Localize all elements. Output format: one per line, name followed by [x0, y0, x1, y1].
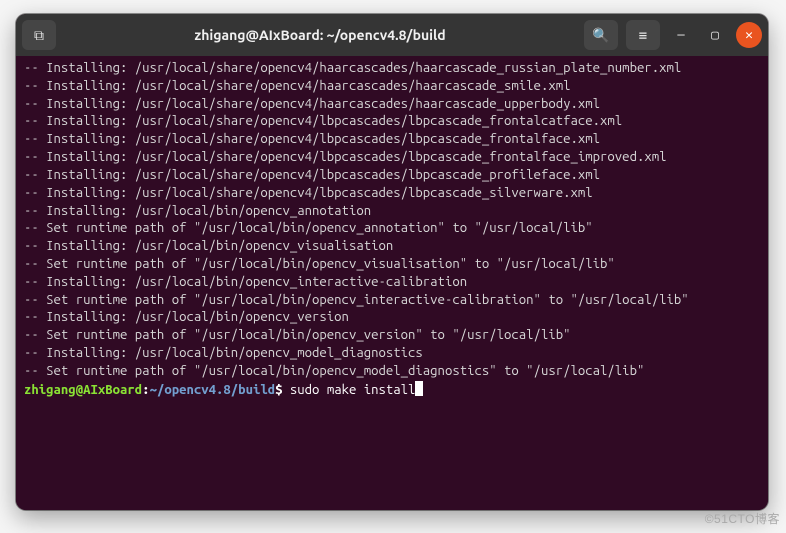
- search-button[interactable]: 🔍: [584, 20, 618, 50]
- hamburger-icon: ≡: [639, 27, 647, 44]
- prompt-line[interactable]: zhigang@AIxBoard:~/opencv4.8/build$ sudo…: [24, 381, 760, 400]
- cursor: [415, 381, 423, 396]
- output-line: -- Installing: /usr/local/share/opencv4/…: [24, 131, 760, 149]
- prompt-colon: :: [142, 383, 149, 397]
- close-button[interactable]: ✕: [736, 22, 762, 48]
- output-line: -- Set runtime path of "/usr/local/bin/o…: [24, 363, 760, 381]
- prompt-dollar: $: [275, 383, 290, 397]
- search-icon: 🔍: [592, 27, 609, 44]
- maximize-icon: ▢: [711, 28, 719, 43]
- minimize-button[interactable]: —: [668, 22, 694, 48]
- output-line: -- Installing: /usr/local/share/opencv4/…: [24, 185, 760, 203]
- close-icon: ✕: [745, 28, 753, 43]
- output-line: -- Set runtime path of "/usr/local/bin/o…: [24, 256, 760, 274]
- output-line: -- Installing: /usr/local/share/opencv4/…: [24, 96, 760, 114]
- output-line: -- Installing: /usr/local/bin/opencv_ann…: [24, 203, 760, 221]
- output-line: -- Installing: /usr/local/bin/opencv_ver…: [24, 309, 760, 327]
- new-tab-button[interactable]: ⧉: [22, 20, 56, 50]
- output-line: -- Installing: /usr/local/share/opencv4/…: [24, 113, 760, 131]
- terminal-output[interactable]: -- Installing: /usr/local/share/opencv4/…: [16, 56, 768, 510]
- titlebar: ⧉ zhigang@AIxBoard: ~/opencv4.8/build 🔍 …: [16, 14, 768, 56]
- output-line: -- Set runtime path of "/usr/local/bin/o…: [24, 327, 760, 345]
- output-line: -- Installing: /usr/local/share/opencv4/…: [24, 167, 760, 185]
- prompt-user-host: zhigang@AIxBoard: [24, 383, 142, 397]
- watermark: ©51CTO博客: [705, 510, 780, 527]
- prompt-command: sudo make install: [290, 383, 416, 397]
- terminal-window: ⧉ zhigang@AIxBoard: ~/opencv4.8/build 🔍 …: [16, 14, 768, 510]
- maximize-button[interactable]: ▢: [702, 22, 728, 48]
- minimize-icon: —: [677, 28, 684, 42]
- output-line: -- Installing: /usr/local/bin/opencv_mod…: [24, 345, 760, 363]
- output-line: -- Installing: /usr/local/share/opencv4/…: [24, 149, 760, 167]
- new-tab-icon: ⧉: [34, 27, 44, 44]
- window-title: zhigang@AIxBoard: ~/opencv4.8/build: [64, 27, 576, 43]
- output-line: -- Set runtime path of "/usr/local/bin/o…: [24, 220, 760, 238]
- output-line: -- Installing: /usr/local/bin/opencv_int…: [24, 274, 760, 292]
- menu-button[interactable]: ≡: [626, 20, 660, 50]
- prompt-cwd: ~/opencv4.8/build: [150, 383, 276, 397]
- output-line: -- Installing: /usr/local/bin/opencv_vis…: [24, 238, 760, 256]
- output-line: -- Set runtime path of "/usr/local/bin/o…: [24, 292, 760, 310]
- output-line: -- Installing: /usr/local/share/opencv4/…: [24, 60, 760, 78]
- output-line: -- Installing: /usr/local/share/opencv4/…: [24, 78, 760, 96]
